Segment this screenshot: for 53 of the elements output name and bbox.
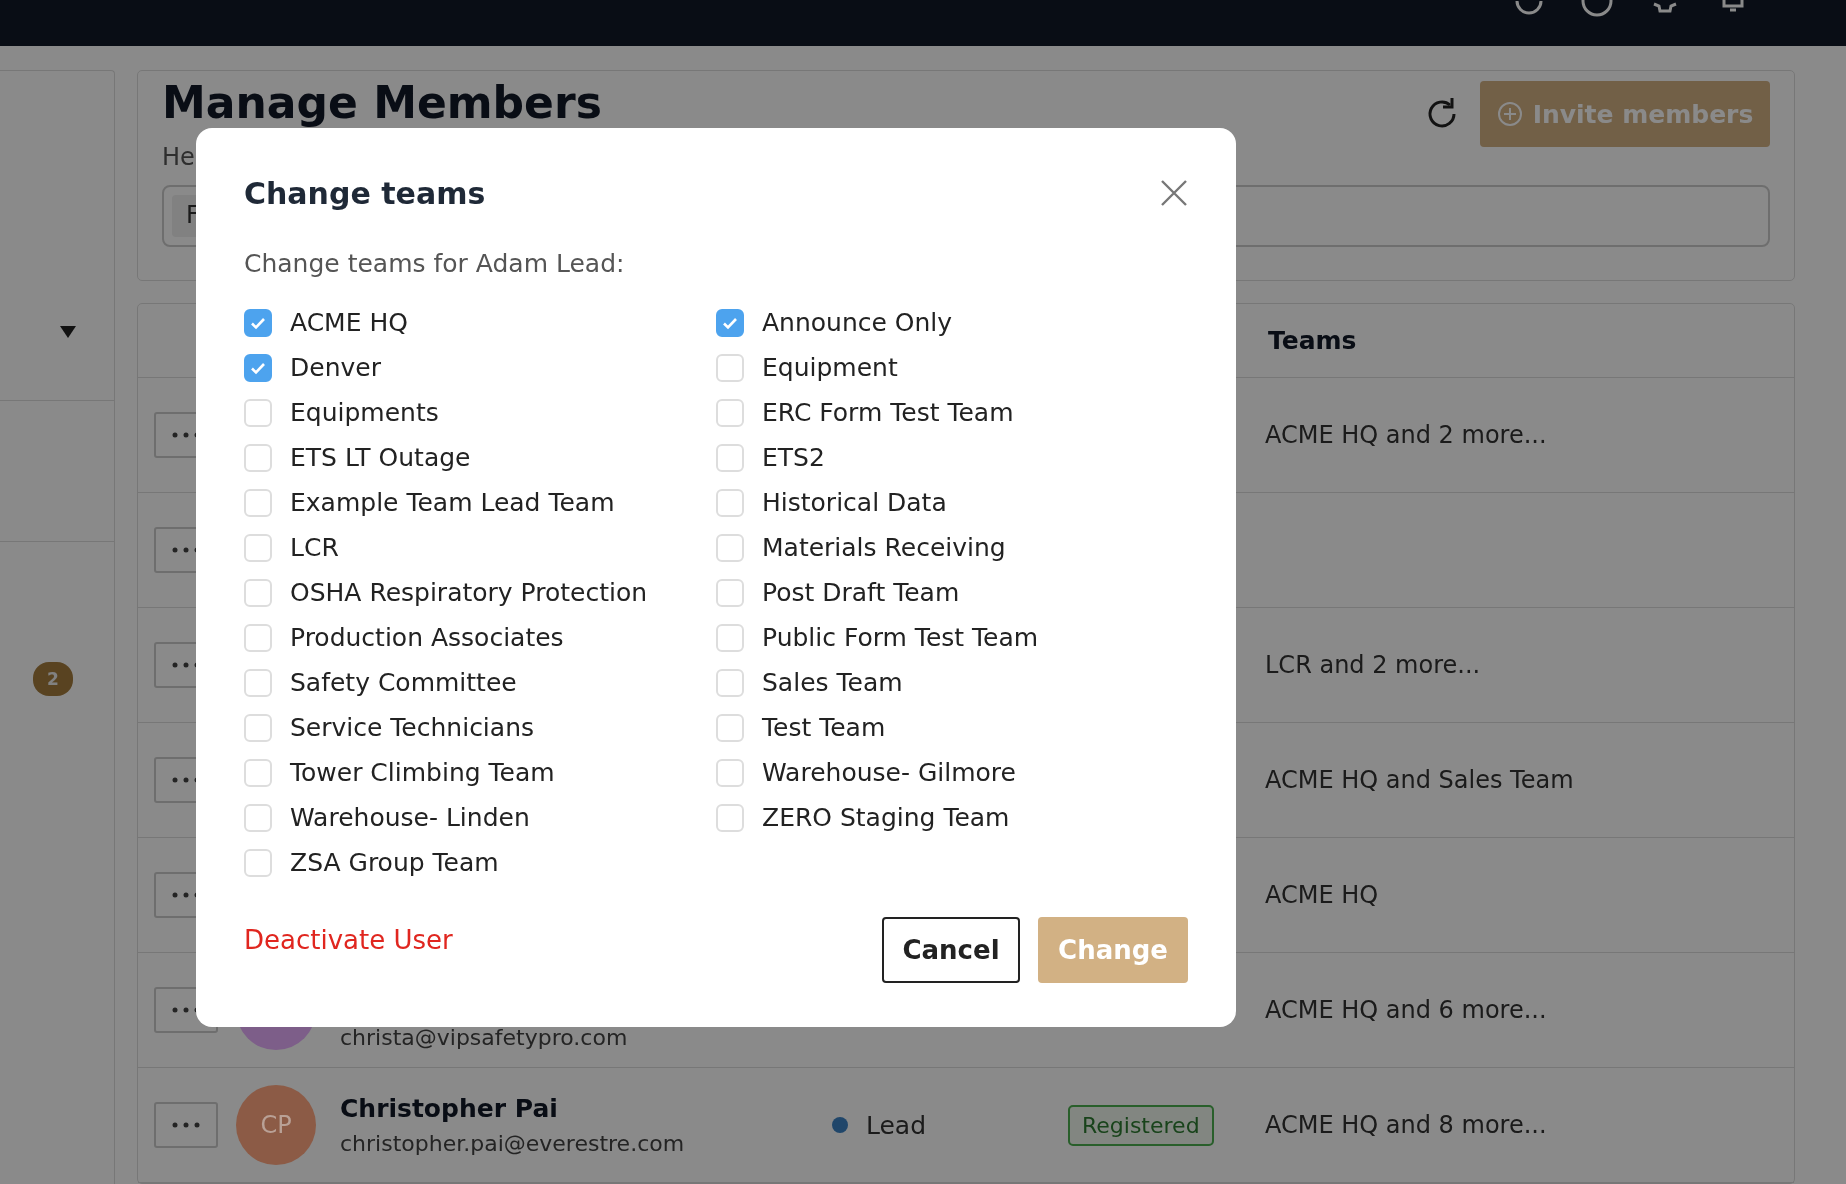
- deactivate-user-link[interactable]: Deactivate User: [244, 925, 453, 955]
- dialog-subtitle: Change teams for Adam Lead:: [244, 249, 626, 278]
- page-subtitle: He: [162, 143, 196, 171]
- status-tag: Registered: [1068, 1104, 1214, 1146]
- dropdown-icon[interactable]: [60, 326, 76, 338]
- team-option-label[interactable]: Test Team: [762, 713, 886, 742]
- teams-cell: ACME HQ: [1265, 881, 1379, 909]
- team-option-label[interactable]: Safety Committee: [290, 668, 517, 697]
- team-option-label[interactable]: Warehouse- Gilmore: [762, 758, 1016, 787]
- team-option-label[interactable]: Production Associates: [290, 623, 564, 652]
- teams-cell: ACME HQ and 8 more...: [1265, 1111, 1547, 1139]
- team-option-label[interactable]: ZSA Group Team: [290, 848, 499, 877]
- team-option-label[interactable]: ETS2: [762, 443, 825, 472]
- team-option-label[interactable]: Materials Receiving: [762, 533, 1006, 562]
- team-option-label[interactable]: Public Form Test Team: [762, 623, 1039, 652]
- checkbox[interactable]: [244, 353, 272, 382]
- team-option-label[interactable]: Announce Only: [762, 308, 953, 337]
- cancel-button[interactable]: Cancel: [882, 917, 1020, 983]
- page-title: Manage Members: [162, 81, 602, 125]
- team-option-label[interactable]: Denver: [290, 353, 381, 382]
- member-email: christa@vipsafetypro.com: [340, 1024, 629, 1050]
- team-option-label[interactable]: Equipment: [762, 353, 898, 382]
- team-option-label[interactable]: ETS LT Outage: [290, 443, 471, 472]
- team-option-label[interactable]: Equipments: [290, 398, 439, 427]
- checkbox[interactable]: [716, 308, 744, 337]
- dialog-title: Change teams: [244, 176, 486, 211]
- team-option-label[interactable]: Service Technicians: [290, 713, 534, 742]
- count-badge: 2: [33, 662, 73, 696]
- team-option-label[interactable]: Historical Data: [762, 488, 947, 517]
- team-option-label[interactable]: Post Draft Team: [762, 578, 960, 607]
- team-option-label[interactable]: Tower Climbing Team: [290, 758, 555, 787]
- teams-cell: ACME HQ and Sales Team: [1265, 766, 1574, 794]
- member-name: Christopher Pai: [340, 1094, 559, 1123]
- checkbox[interactable]: [244, 308, 272, 337]
- team-option-label[interactable]: OSHA Respiratory Protection: [290, 578, 648, 607]
- team-option-label[interactable]: Example Team Lead Team: [290, 488, 615, 517]
- more-icon: [171, 1122, 201, 1128]
- team-option-label[interactable]: LCR: [290, 533, 339, 562]
- team-option-label[interactable]: ERC Form Test Team: [762, 398, 1014, 427]
- role-dot-icon: [832, 1117, 848, 1133]
- avatar: CP: [236, 1085, 316, 1165]
- team-option-label[interactable]: ACME HQ: [290, 308, 408, 337]
- team-option-label[interactable]: ZERO Staging Team: [762, 803, 1010, 832]
- member-role: Lead: [866, 1110, 927, 1140]
- teams-cell: LCR and 2 more...: [1265, 651, 1481, 679]
- plus-circle-icon: [1496, 101, 1523, 127]
- column-header: Teams: [1268, 326, 1357, 355]
- member-email: christopher.pai@everestre.com: [340, 1131, 686, 1156]
- close-icon[interactable]: [1160, 178, 1188, 207]
- team-option-label[interactable]: Sales Team: [762, 668, 903, 697]
- teams-cell: ACME HQ and 2 more...: [1265, 421, 1547, 449]
- team-option-label[interactable]: Warehouse- Linden: [290, 803, 530, 832]
- teams-cell: ACME HQ and 6 more...: [1265, 996, 1547, 1024]
